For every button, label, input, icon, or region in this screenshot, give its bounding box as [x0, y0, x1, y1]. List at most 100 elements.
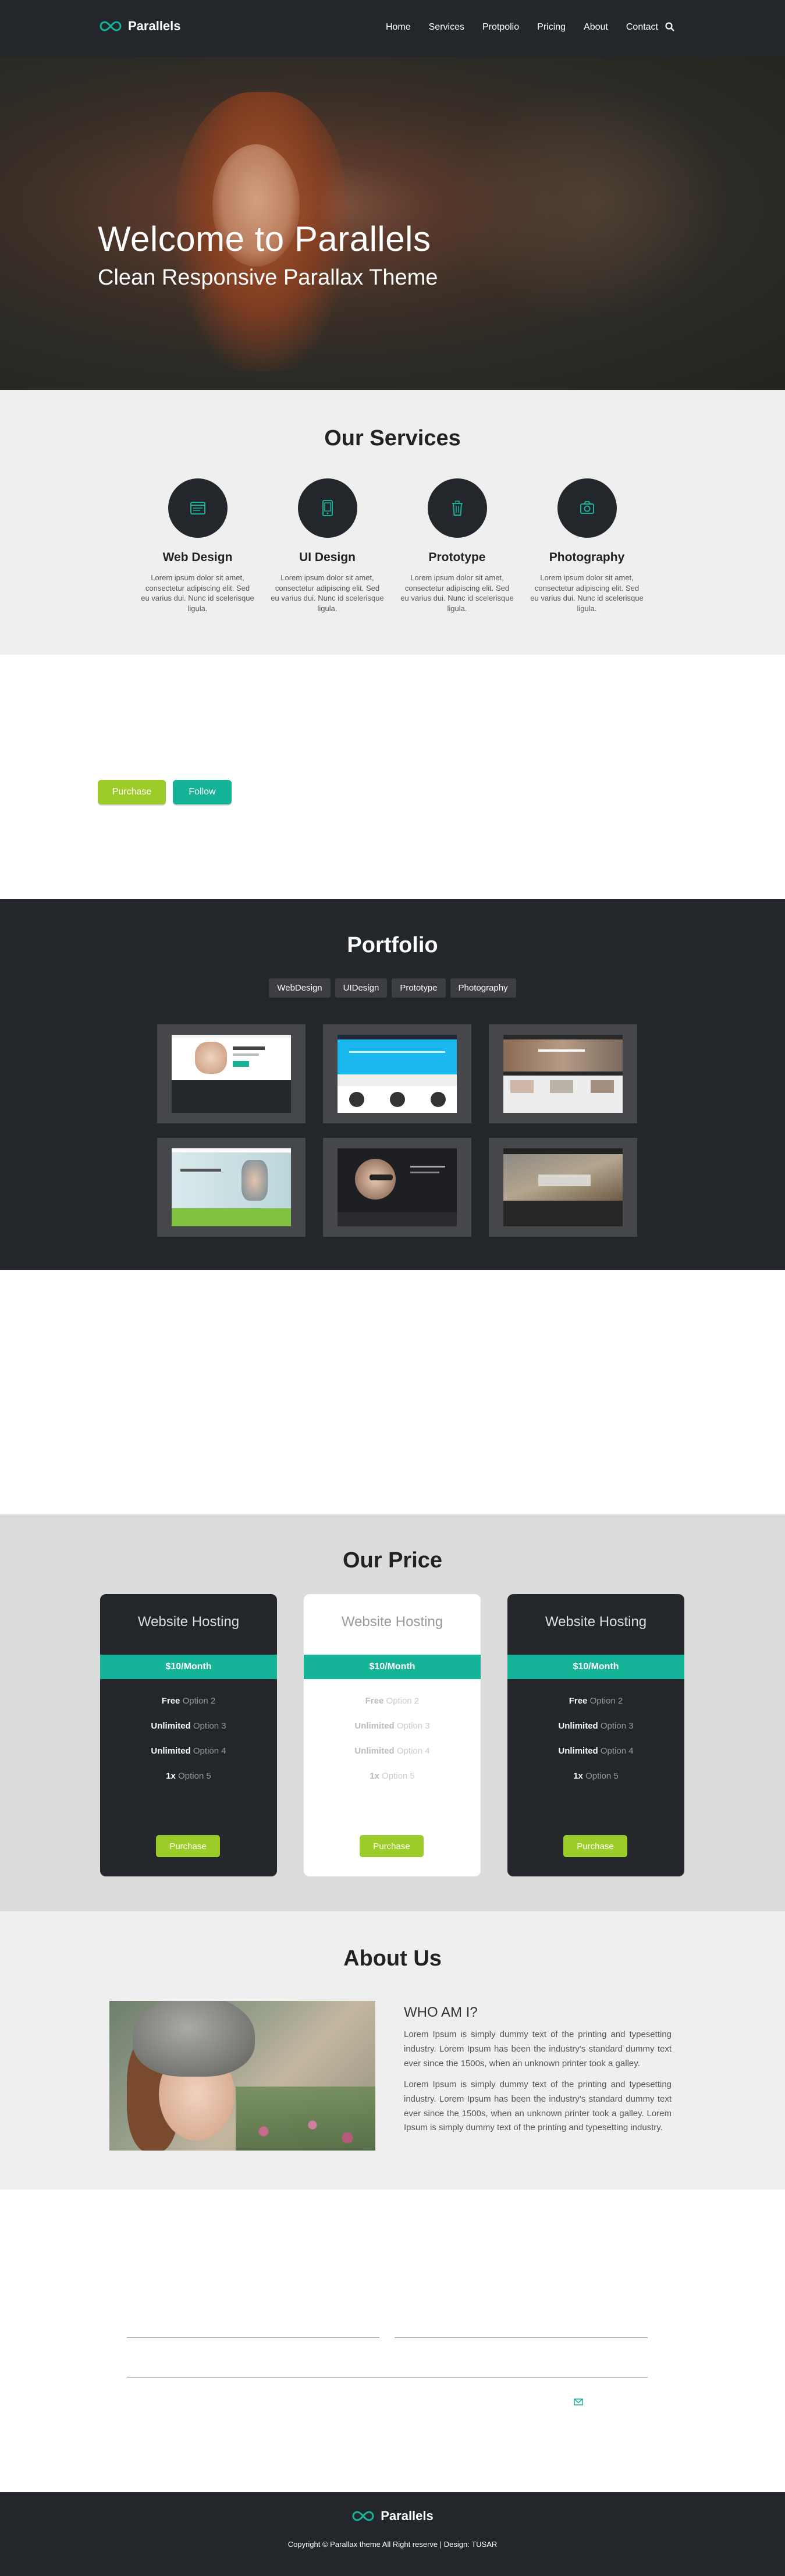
site-footer: Parallels Copyright © Parallax theme All… [0, 2492, 785, 2576]
browser-window-icon [190, 502, 205, 515]
services-grid: Web Design Lorem ipsum dolor sit amet, c… [133, 478, 652, 613]
portfolio-filters: WebDesign UIDesign Prototype Photography [0, 978, 785, 998]
plan-option: Unlimited Option 4 [151, 1746, 226, 1756]
plan-name: Website Hosting [545, 1614, 647, 1630]
plan-option: Free Option 2 [569, 1696, 623, 1706]
portfolio-thumbnail [338, 1148, 457, 1226]
service-icon-circle [427, 478, 487, 538]
filter-prototype[interactable]: Prototype [392, 978, 446, 998]
portfolio-item[interactable] [323, 1138, 471, 1237]
services-section: Our Services Web Design Lorem ipsum dolo… [0, 390, 785, 655]
purchase-button[interactable]: Purchase [98, 780, 166, 804]
portfolio-thumbnail [503, 1148, 623, 1226]
message-field[interactable] [127, 2377, 648, 2378]
plan-option: Unlimited Option 4 [354, 1746, 430, 1756]
pricing-card: Website Hosting $10/Month Free Option 2 … [507, 1594, 684, 1876]
infinity-logo-icon [100, 21, 122, 31]
service-text: Lorem ipsum dolor sit amet, consectetur … [271, 573, 384, 613]
camera-icon [580, 501, 594, 514]
empty-parallax-section [0, 1270, 785, 1514]
nav-about[interactable]: About [584, 22, 608, 33]
plan-purchase-button[interactable]: Purchase [156, 1835, 220, 1857]
plan-option: Unlimited Option 3 [354, 1721, 430, 1731]
portfolio-item[interactable] [157, 1024, 306, 1123]
hero-subtitle: Clean Responsive Parallax Theme [98, 265, 438, 290]
service-title: Photography [549, 551, 625, 564]
service-web-design: Web Design Lorem ipsum dolor sit amet, c… [133, 478, 262, 613]
plan-options: Free Option 2 Unlimited Option 3 Unlimit… [304, 1696, 481, 1796]
service-title: Web Design [162, 551, 233, 564]
name-field[interactable] [127, 2337, 379, 2338]
portfolio-grid [157, 1024, 637, 1237]
portfolio-thumbnail [338, 1035, 457, 1113]
nav-services[interactable]: Services [429, 22, 464, 33]
email-field[interactable] [395, 2337, 648, 2338]
call-to-action-section: Purchase Follow [0, 655, 785, 899]
plan-option: Free Option 2 [161, 1696, 216, 1706]
plan-name: Website Hosting [341, 1614, 443, 1630]
service-prototype: Prototype Lorem ipsum dolor sit amet, co… [392, 478, 522, 613]
service-photography: Photography Lorem ipsum dolor sit amet, … [522, 478, 652, 613]
service-text: Lorem ipsum dolor sit amet, consectetur … [530, 573, 644, 613]
top-navbar: Parallels Home Services Protpolio Pricin… [0, 0, 785, 57]
nav-portfolio[interactable]: Protpolio [482, 22, 519, 33]
follow-button[interactable]: Follow [173, 780, 232, 804]
envelope-icon[interactable] [574, 2398, 583, 2405]
plan-purchase-button[interactable]: Purchase [563, 1835, 627, 1857]
service-text: Lorem ipsum dolor sit amet, consectetur … [141, 573, 254, 613]
nav-home[interactable]: Home [386, 22, 411, 33]
about-photo-hat [133, 2001, 255, 2077]
about-photo-flowers [236, 2087, 375, 2151]
portfolio-item[interactable] [157, 1138, 306, 1237]
service-icon-circle [297, 478, 357, 538]
plan-price: $10/Month [100, 1655, 277, 1679]
search-icon[interactable] [665, 22, 674, 31]
portfolio-thumbnail [172, 1148, 291, 1226]
portfolio-title: Portfolio [347, 933, 438, 957]
portfolio-thumbnail [503, 1035, 623, 1113]
footer-logo[interactable]: Parallels [0, 2508, 785, 2524]
footer-copyright: Copyright © Parallax theme All Right res… [287, 2540, 498, 2549]
nav-pricing[interactable]: Pricing [537, 22, 566, 33]
plan-name: Website Hosting [137, 1614, 240, 1630]
about-paragraph-1: Lorem Ipsum is simply dummy text of the … [404, 2029, 672, 2068]
contact-section [0, 2190, 785, 2492]
service-title: Prototype [428, 551, 486, 564]
service-ui-design: UI Design Lorem ipsum dolor sit amet, co… [262, 478, 392, 613]
pricing-card-featured: Website Hosting $10/Month Free Option 2 … [304, 1594, 481, 1876]
service-text: Lorem ipsum dolor sit amet, consectetur … [400, 573, 514, 613]
plan-option: 1x Option 5 [166, 1771, 211, 1781]
brand-logo[interactable]: Parallels [99, 19, 181, 34]
filter-photography[interactable]: Photography [450, 978, 516, 998]
service-title: UI Design [299, 551, 356, 564]
portfolio-item[interactable] [323, 1024, 471, 1123]
portfolio-item[interactable] [489, 1138, 637, 1237]
plan-purchase-button[interactable]: Purchase [360, 1835, 424, 1857]
about-photo [109, 2001, 375, 2151]
hero-banner: Welcome to Parallels Clean Responsive Pa… [0, 57, 785, 390]
plan-price: $10/Month [507, 1655, 684, 1679]
pricing-section: Our Price Website Hosting $10/Month Free… [0, 1514, 785, 1911]
plan-option: 1x Option 5 [370, 1771, 415, 1781]
filter-webdesign[interactable]: WebDesign [269, 978, 331, 998]
hero-title: Welcome to Parallels [98, 219, 431, 258]
plan-options: Free Option 2 Unlimited Option 3 Unlimit… [100, 1696, 277, 1796]
about-subtitle: WHO AM I? [404, 2004, 478, 2020]
infinity-logo-icon [352, 2511, 374, 2521]
service-icon-circle [557, 478, 617, 538]
plan-option: Unlimited Option 4 [558, 1746, 634, 1756]
footer-brand-name: Parallels [381, 2508, 434, 2523]
plan-options: Free Option 2 Unlimited Option 3 Unlimit… [507, 1696, 684, 1796]
pricing-plans: Website Hosting $10/Month Free Option 2 … [100, 1594, 685, 1876]
tablet-icon [322, 500, 333, 516]
filter-uidesign[interactable]: UIDesign [335, 978, 388, 998]
nav-contact[interactable]: Contact [626, 22, 658, 33]
portfolio-thumbnail [172, 1035, 291, 1113]
about-title: About Us [343, 1946, 442, 1971]
about-section: About Us WHO AM I? Lorem Ipsum is simply… [0, 1911, 785, 2190]
trash-icon [452, 501, 463, 516]
pricing-title: Our Price [342, 1548, 443, 1573]
portfolio-item[interactable] [489, 1024, 637, 1123]
main-menu: Home Services Protpolio Pricing About Co… [386, 22, 658, 33]
plan-option: Unlimited Option 3 [151, 1721, 226, 1731]
